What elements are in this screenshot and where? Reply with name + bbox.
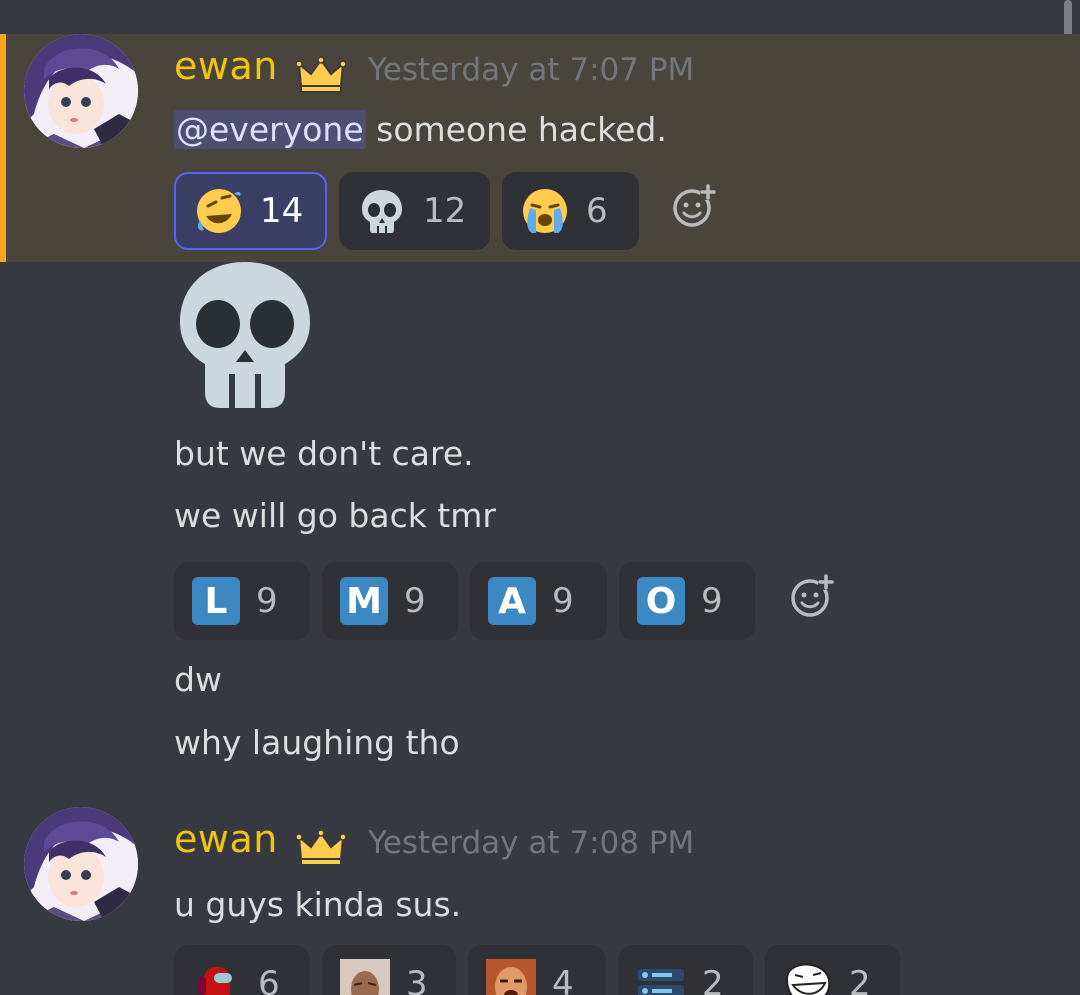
rock-face-icon: [340, 959, 390, 995]
reaction-count: 4: [552, 964, 574, 995]
skull-emoji-large: [180, 262, 310, 408]
message-text: dw: [174, 660, 222, 699]
regional-o-icon: O: [637, 577, 685, 625]
reaction-count: 6: [586, 191, 608, 231]
reaction-count: 2: [702, 964, 724, 995]
add-reaction-icon[interactable]: [788, 574, 834, 620]
mention-everyone[interactable]: @everyone: [174, 110, 366, 149]
troll-face-icon: [785, 963, 831, 995]
reaction-count: 2: [849, 964, 871, 995]
reaction-server[interactable]: 2: [618, 945, 753, 995]
timestamp: Yesterday at 7:07 PM: [368, 52, 695, 88]
reaction-skull[interactable]: 12: [339, 172, 490, 250]
regional-a-icon: A: [488, 577, 536, 625]
reaction-count: 9: [701, 581, 723, 621]
message-text: @everyone someone hacked.: [174, 110, 667, 149]
username[interactable]: ewan: [174, 817, 278, 861]
reaction-count: 6: [258, 964, 280, 995]
reaction-count: 9: [256, 581, 278, 621]
crown-icon: [296, 829, 346, 866]
reaction-letter-o[interactable]: O 9: [619, 562, 755, 640]
rolling-laughing-icon: [197, 189, 241, 233]
reaction-sob[interactable]: 6: [502, 172, 639, 250]
regional-m-icon: M: [340, 577, 388, 625]
reaction-laughing[interactable]: 14: [174, 172, 327, 250]
reaction-count: 14: [260, 191, 304, 231]
reaction-troll[interactable]: 2: [765, 945, 900, 995]
avatar[interactable]: [24, 34, 138, 148]
message-content: someone hacked.: [365, 110, 667, 149]
reaction-amogus[interactable]: 6: [174, 945, 310, 995]
reaction-letter-m[interactable]: M 9: [322, 562, 458, 640]
add-reaction-icon[interactable]: [670, 184, 716, 230]
amogus-icon: [198, 967, 232, 995]
message-text: why laughing tho: [174, 723, 460, 762]
regional-l-icon: L: [192, 577, 240, 625]
message-text: we will go back tmr: [174, 496, 496, 535]
reaction-letter-l[interactable]: L 9: [174, 562, 310, 640]
message-text: u guys kinda sus.: [174, 885, 462, 924]
username[interactable]: ewan: [174, 44, 278, 88]
reaction-laughing-man[interactable]: 4: [468, 945, 606, 995]
reaction-rock-face[interactable]: 3: [322, 945, 456, 995]
reaction-count: 3: [406, 964, 428, 995]
reaction-count: 9: [552, 581, 574, 621]
crown-icon: [296, 56, 346, 93]
laughing-man-icon: [486, 959, 536, 995]
message-text: but we don't care.: [174, 434, 474, 473]
skull-icon: [362, 190, 402, 233]
server-icon: [638, 969, 684, 995]
reaction-count: 9: [404, 581, 426, 621]
timestamp: Yesterday at 7:08 PM: [368, 825, 695, 861]
reaction-letter-a[interactable]: A 9: [470, 562, 607, 640]
loudly-crying-icon: [523, 189, 567, 233]
reaction-count: 12: [423, 191, 467, 231]
avatar[interactable]: [24, 807, 138, 921]
